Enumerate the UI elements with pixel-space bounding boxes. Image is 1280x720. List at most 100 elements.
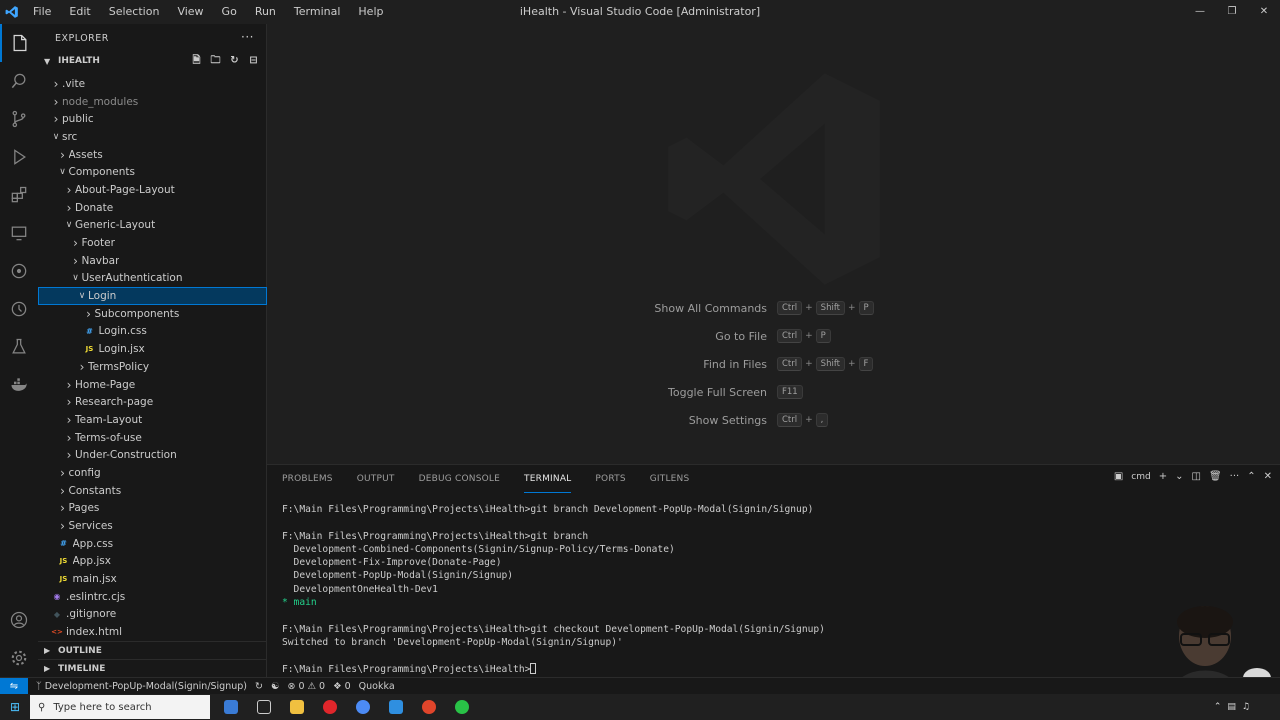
maximize-panel-icon[interactable]: ⌃: [1247, 471, 1255, 482]
tree-file[interactable]: # App.css: [38, 535, 267, 553]
tree-file[interactable]: ◆ .gitignore: [38, 606, 267, 624]
tree-file[interactable]: ◉ .eslintrc.cjs: [38, 588, 267, 606]
timeline-icon[interactable]: [0, 290, 38, 328]
menu-go[interactable]: Go: [213, 0, 246, 24]
taskbar-app-whatsapp-icon[interactable]: [445, 694, 478, 720]
refresh-icon[interactable]: ↻: [228, 54, 241, 67]
tree-folder[interactable]: › Donate: [38, 199, 267, 217]
remote-explorer-icon[interactable]: [0, 214, 38, 252]
tree-folder[interactable]: › Navbar: [38, 252, 267, 270]
chevron-right-icon: ›: [66, 395, 72, 410]
taskbar-app-git-icon[interactable]: [412, 694, 445, 720]
tree-folder[interactable]: › Under-Construction: [38, 446, 267, 464]
tree-folder[interactable]: › public: [38, 110, 267, 128]
new-folder-icon[interactable]: 🗀: [209, 54, 222, 67]
menu-selection[interactable]: Selection: [100, 0, 169, 24]
sync-status[interactable]: ↻: [255, 681, 263, 692]
terminal-shell-label[interactable]: cmd: [1131, 472, 1150, 482]
tab-gitlens[interactable]: GITLENS: [650, 465, 690, 493]
close-panel-icon[interactable]: ✕: [1264, 471, 1272, 482]
tree-folder[interactable]: › Footer: [38, 234, 267, 252]
menu-terminal[interactable]: Terminal: [285, 0, 350, 24]
docker-icon[interactable]: [0, 366, 38, 404]
more-actions-icon[interactable]: ···: [1230, 471, 1240, 482]
run-debug-icon[interactable]: [0, 138, 38, 176]
tab-debug-console[interactable]: DEBUG CONSOLE: [419, 465, 500, 493]
taskbar-app-chrome-icon[interactable]: [346, 694, 379, 720]
tree-file[interactable]: # Login.css: [38, 323, 267, 341]
ports-status[interactable]: ❖ 0: [333, 681, 351, 692]
tray-network-icon[interactable]: ▤: [1227, 702, 1236, 712]
menu-help[interactable]: Help: [349, 0, 392, 24]
tree-folder[interactable]: › Research-page: [38, 393, 267, 411]
new-file-icon[interactable]: 🗎: [190, 54, 203, 67]
split-terminal-icon[interactable]: ◫: [1192, 471, 1201, 482]
taskbar-app-task-view-icon[interactable]: [247, 694, 280, 720]
tree-folder[interactable]: › config: [38, 464, 267, 482]
tree-folder[interactable]: › Constants: [38, 482, 267, 500]
tree-folder[interactable]: › Pages: [38, 500, 267, 518]
tray-chevron-up-icon[interactable]: ⌃: [1214, 702, 1222, 712]
explorer-icon[interactable]: [0, 24, 38, 62]
chevron-down-icon[interactable]: ⌄: [1175, 471, 1183, 482]
sync-icon: ↻: [255, 680, 263, 692]
menu-edit[interactable]: Edit: [60, 0, 99, 24]
branch-status[interactable]: ᛉ Development-PopUp-Modal(Signin/Signup): [36, 681, 247, 692]
tab-problems[interactable]: PROBLEMS: [282, 465, 333, 493]
tab-output[interactable]: OUTPUT: [357, 465, 395, 493]
tree-folder[interactable]: › Home-Page: [38, 376, 267, 394]
tree-folder[interactable]: › Terms-of-use: [38, 429, 267, 447]
collapse-all-icon[interactable]: ⊟: [247, 54, 260, 67]
tree-folder[interactable]: ∨ src: [38, 128, 267, 146]
tree-folder[interactable]: ∨ Login: [38, 287, 267, 305]
tray-volume-icon[interactable]: ♫: [1242, 702, 1250, 712]
tree-folder[interactable]: › Subcomponents: [38, 305, 267, 323]
search-icon[interactable]: [0, 62, 38, 100]
trash-icon[interactable]: 🗑: [1209, 471, 1222, 482]
tree-folder[interactable]: › .vite: [38, 75, 267, 93]
menu-view[interactable]: View: [168, 0, 212, 24]
tree-folder[interactable]: › Services: [38, 517, 267, 535]
tree-folder[interactable]: › About-Page-Layout: [38, 181, 267, 199]
minimize-icon[interactable]: —: [1184, 0, 1216, 24]
windows-start-icon[interactable]: ⊞: [0, 700, 30, 714]
tree-folder[interactable]: › node_modules: [38, 93, 267, 111]
taskbar-app-file-explorer-icon[interactable]: [280, 694, 313, 720]
terminal-output[interactable]: F:\Main Files\Programming\Projects\iHeal…: [282, 503, 1172, 678]
tree-file[interactable]: <> index.html: [38, 623, 267, 641]
tab-ports[interactable]: PORTS: [595, 465, 625, 493]
outline-section[interactable]: ▶ OUTLINE: [38, 641, 267, 659]
problems-status[interactable]: ⊗ 0 ⚠ 0: [288, 681, 326, 692]
tree-file[interactable]: JS App.jsx: [38, 553, 267, 571]
settings-gear-icon[interactable]: [0, 639, 38, 677]
more-actions-icon[interactable]: ···: [241, 30, 254, 44]
tree-folder[interactable]: › Assets: [38, 146, 267, 164]
tree-folder[interactable]: ∨ UserAuthentication: [38, 270, 267, 288]
extensions-icon[interactable]: [0, 176, 38, 214]
tab-terminal[interactable]: TERMINAL: [524, 465, 572, 493]
tree-folder[interactable]: › TermsPolicy: [38, 358, 267, 376]
tree-file[interactable]: JS Login.jsx: [38, 340, 267, 358]
menu-file[interactable]: File: [24, 0, 60, 24]
tree-folder[interactable]: ∨ Components: [38, 163, 267, 181]
close-window-icon[interactable]: ✕: [1248, 0, 1280, 24]
taskbar-app-vscode-icon[interactable]: [379, 694, 412, 720]
menu-run[interactable]: Run: [246, 0, 285, 24]
new-terminal-icon[interactable]: +: [1159, 471, 1167, 482]
testing-icon[interactable]: [0, 328, 38, 366]
tree-file[interactable]: JS main.jsx: [38, 570, 267, 588]
workspace-root[interactable]: ▼ IHEALTH 🗎 🗀 ↻ ⊟: [38, 52, 266, 70]
source-control-icon[interactable]: [0, 100, 38, 138]
quokka-status[interactable]: Quokka: [359, 681, 395, 692]
taskbar-app-widgets-icon[interactable]: [214, 694, 247, 720]
account-icon[interactable]: [0, 601, 38, 639]
taskbar-app-opera-icon[interactable]: [313, 694, 346, 720]
timeline-section[interactable]: ▶ TIMELINE: [38, 659, 267, 677]
taskbar-search[interactable]: ⚲ Type here to search: [30, 695, 210, 719]
tree-folder[interactable]: ∨ Generic-Layout: [38, 217, 267, 235]
restore-icon[interactable]: ❐: [1216, 0, 1248, 24]
live-share-status[interactable]: ☯: [271, 681, 280, 692]
gitlens-icon[interactable]: [0, 252, 38, 290]
remote-indicator-icon[interactable]: ⇋: [0, 677, 28, 695]
tree-folder[interactable]: › Team-Layout: [38, 411, 267, 429]
